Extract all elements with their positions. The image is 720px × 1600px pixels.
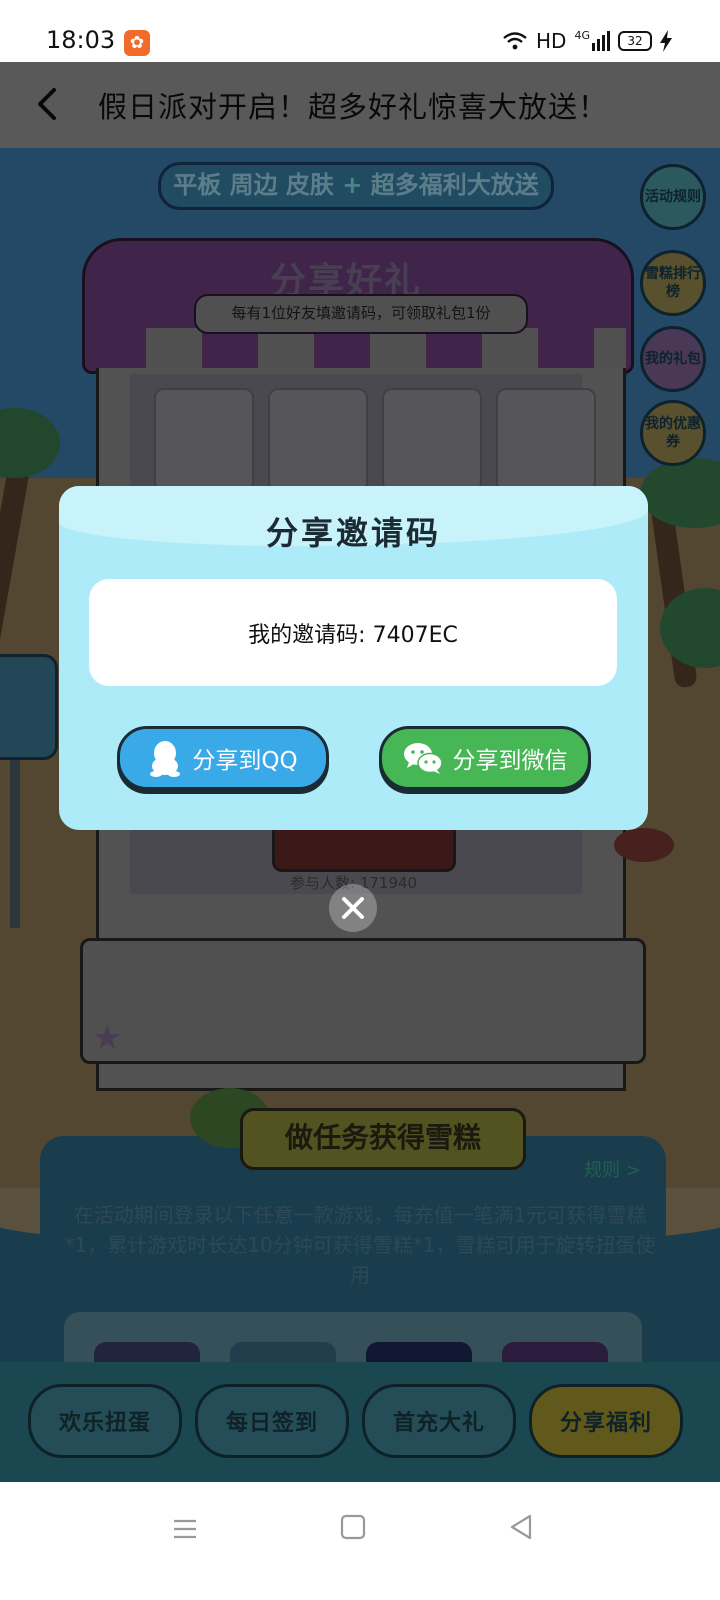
invite-code-box: 我的邀请码: 7407EC [89, 579, 617, 686]
wechat-icon [403, 743, 443, 774]
home-icon[interactable] [338, 1512, 368, 1542]
menu-icon[interactable] [170, 1514, 200, 1544]
back-triangle-icon[interactable] [506, 1512, 536, 1542]
share-wechat-button[interactable]: 分享到微信 [379, 726, 591, 790]
close-icon [342, 897, 364, 919]
dialog-title: 分享邀请码 [265, 514, 441, 552]
share-qq-label: 分享到QQ [192, 748, 298, 774]
signal-type-label: 4G [574, 29, 590, 42]
status-time: 18:03 [46, 26, 116, 54]
qq-penguin-icon [150, 741, 181, 777]
signal-icon: 4G [574, 29, 610, 51]
invite-code-text: 我的邀请码: 7407EC [248, 622, 458, 648]
status-bar: 18:03 ✿ HD 4G 32 [0, 0, 720, 62]
wifi-icon [503, 32, 527, 50]
status-indicators: HD 4G 32 [502, 26, 672, 56]
share-wechat-label: 分享到微信 [452, 748, 568, 774]
charging-icon [660, 30, 672, 52]
app-notification-icon: ✿ [124, 30, 150, 56]
share-invite-dialog: 分享邀请码 我的邀请码: 7407EC 分享到QQ 分享到微信 [59, 486, 648, 830]
close-dialog-button[interactable] [329, 884, 377, 932]
battery-icon: 32 [618, 31, 652, 51]
network-label: HD [536, 29, 567, 53]
system-navigation-bar [0, 1482, 720, 1600]
share-qq-button[interactable]: 分享到QQ [117, 726, 329, 790]
